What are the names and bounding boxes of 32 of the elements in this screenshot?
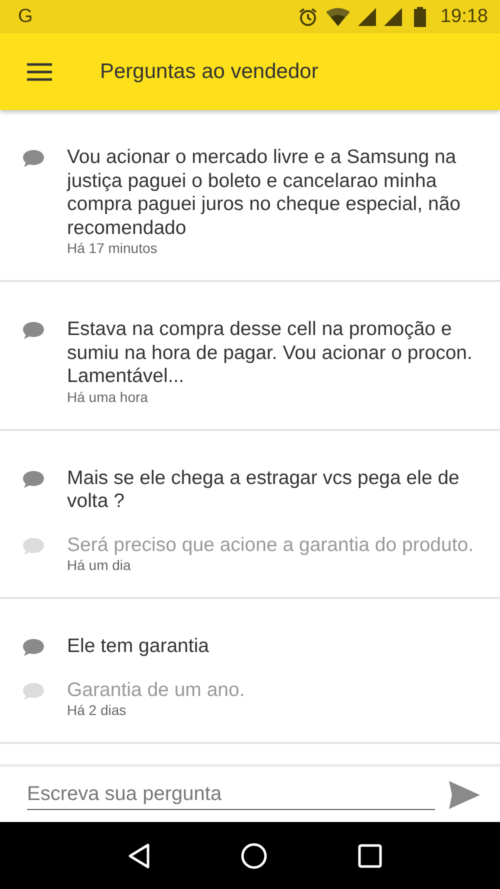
chat-bubble-icon [22, 536, 45, 556]
timestamp: Há uma hora [67, 388, 149, 406]
send-button[interactable] [449, 780, 480, 808]
notification-text: G [18, 6, 33, 28]
wifi-icon [326, 8, 350, 26]
chat-bubble-icon [22, 638, 45, 657]
question-text: Mais se ele chega a estragar vcs pega ele de volta ? [67, 466, 460, 514]
chat-bubble-icon [22, 470, 45, 488]
question-text: Ele tem garantia [67, 635, 209, 658]
timestamp: Há 17 minutos [67, 240, 158, 257]
question-input-field[interactable]: Escreva sua pergunta [27, 779, 435, 810]
home-icon [240, 842, 267, 868]
answer-text: Será preciso que acione a garantia do produto. [67, 534, 474, 557]
chat-bubble-icon [22, 682, 45, 700]
timestamp: Há um dia [67, 557, 132, 574]
answer-text: Garantia de um ano. [67, 678, 245, 702]
recent-apps-icon [358, 844, 382, 868]
signal-icon [384, 8, 402, 26]
question-text: Vou acionar o mercado livre e a Samsung na justiça paguei o boleto e cancelarao minha compra paguei juros no cheque especial, não recomendado [67, 146, 462, 240]
clock-text: 19:18 [440, 6, 488, 28]
menu-icon [27, 62, 52, 80]
signal-icon [358, 8, 376, 26]
menu-button[interactable] [27, 62, 52, 80]
question-text: Estava na compra desse cell na promoção e sumiu na hora de pagar. Vou acionar o procon. Lamentável... [67, 318, 474, 388]
send-icon [449, 780, 480, 808]
battery-icon [414, 6, 426, 26]
timestamp: Há 2 dias [67, 702, 128, 719]
chat-bubble-icon [22, 149, 45, 168]
page-title: Perguntas ao vendedor [100, 60, 318, 84]
chat-bubble-icon [22, 321, 45, 340]
back-icon [128, 842, 150, 868]
alarm-icon [298, 6, 318, 26]
